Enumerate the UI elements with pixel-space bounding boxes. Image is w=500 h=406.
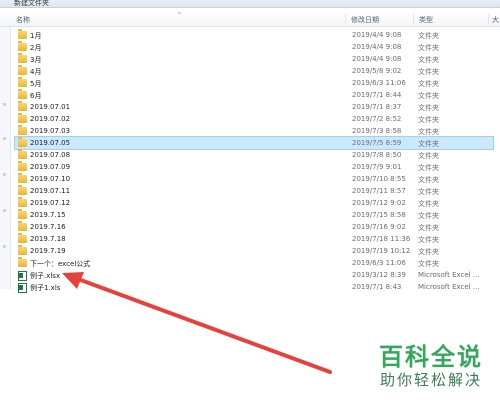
watermark-title: 百科全说: [379, 343, 483, 371]
watermark-subtitle: 助你轻松解决: [379, 371, 482, 389]
watermark-logo: 百科全说 助你轻松解决: [372, 344, 490, 398]
